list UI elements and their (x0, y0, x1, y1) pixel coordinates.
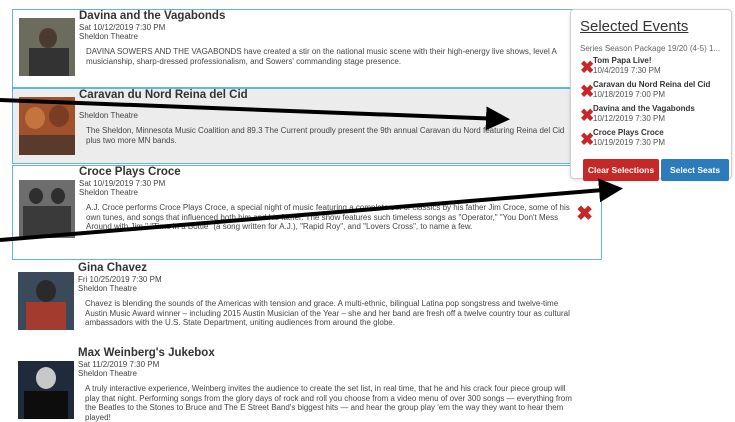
event-card-max[interactable]: Max Weinberg's Jukebox Sat 11/2/2019 7:3… (12, 347, 602, 422)
event-date: Sat 10/12/2019 7:30 PM (79, 23, 166, 32)
event-title[interactable]: Max Weinberg's Jukebox (78, 347, 592, 360)
event-description: The Sheldon, Minnesota Music Coalition a… (86, 126, 565, 145)
event-thumbnail (19, 18, 75, 76)
event-venue: Sheldon Theatre (79, 111, 139, 120)
event-card-croce[interactable]: Croce Plays Croce Sat 10/19/2019 7:30 PM… (12, 165, 602, 260)
event-venue: Sheldon Theatre (79, 32, 139, 41)
selected-item: ✖ Caravan du Nord Reina del Cid 10/18/20… (580, 80, 730, 102)
selected-item-date: 10/19/2019 7:30 PM (593, 138, 666, 147)
selected-item-date: 10/12/2019 7:30 PM (593, 114, 666, 123)
select-seats-button[interactable]: Select Seats (661, 159, 729, 181)
selected-item: ✖ Croce Plays Croce 10/19/2019 7:30 PM (580, 128, 730, 150)
event-title[interactable]: Davina and the Vagabonds (79, 10, 591, 23)
event-thumbnail (19, 97, 75, 155)
selected-item-name: Croce Plays Croce (593, 128, 664, 137)
event-title[interactable]: Gina Chavez (78, 262, 592, 275)
event-venue: Sheldon Theatre (78, 284, 138, 293)
panel-title: Selected Events (580, 18, 689, 35)
event-thumbnail (18, 361, 74, 419)
selected-item: ✖ Davina and the Vagabonds 10/12/2019 7:… (580, 104, 730, 126)
event-venue: Sheldon Theatre (78, 369, 138, 378)
event-date (79, 102, 591, 111)
package-label: Series Season Package 19/20 (4-5) 1... (580, 44, 721, 53)
event-card-gina[interactable]: Gina Chavez Fri 10/25/2019 7:30 PM Sheld… (12, 262, 602, 344)
clear-selections-button[interactable]: Clear Selections (583, 159, 659, 181)
event-thumbnail (19, 180, 75, 238)
event-date: Sat 11/2/2019 7:30 PM (78, 360, 160, 369)
selected-item-name: Tom Papa Live! (593, 56, 652, 65)
event-description: A.J. Croce performs Croce Plays Croce, a… (86, 203, 570, 231)
selected-item-date: 10/4/2019 7:30 PM (593, 66, 661, 75)
event-card-caravan[interactable]: Caravan du Nord Reina del Cid Sheldon Th… (12, 88, 602, 164)
event-venue: Sheldon Theatre (79, 188, 139, 197)
selected-item-name: Davina and the Vagabonds (593, 104, 695, 113)
event-description: A truly interactive experience, Weinberg… (85, 384, 572, 422)
event-thumbnail (18, 272, 74, 330)
selected-item-date: 10/18/2019 7:00 PM (593, 90, 666, 99)
event-title[interactable]: Caravan du Nord Reina del Cid (79, 89, 591, 102)
selected-item-name: Caravan du Nord Reina del Cid (593, 80, 711, 89)
selected-item: ✖ Tom Papa Live! 10/4/2019 7:30 PM (580, 56, 730, 78)
event-title[interactable]: Croce Plays Croce (79, 166, 591, 179)
event-date: Sat 10/19/2019 7:30 PM (79, 179, 166, 188)
remove-x-icon[interactable]: ✖ (576, 204, 593, 224)
event-card-davina[interactable]: Davina and the Vagabonds Sat 10/12/2019 … (12, 9, 602, 88)
selected-events-panel: Selected Events Series Season Package 19… (570, 9, 732, 181)
event-description: DAVINA SOWERS AND THE VAGABONDS have cre… (86, 47, 557, 66)
event-description: Chavez is blending the sounds of the Ame… (85, 299, 570, 327)
event-date: Fri 10/25/2019 7:30 PM (78, 275, 162, 284)
